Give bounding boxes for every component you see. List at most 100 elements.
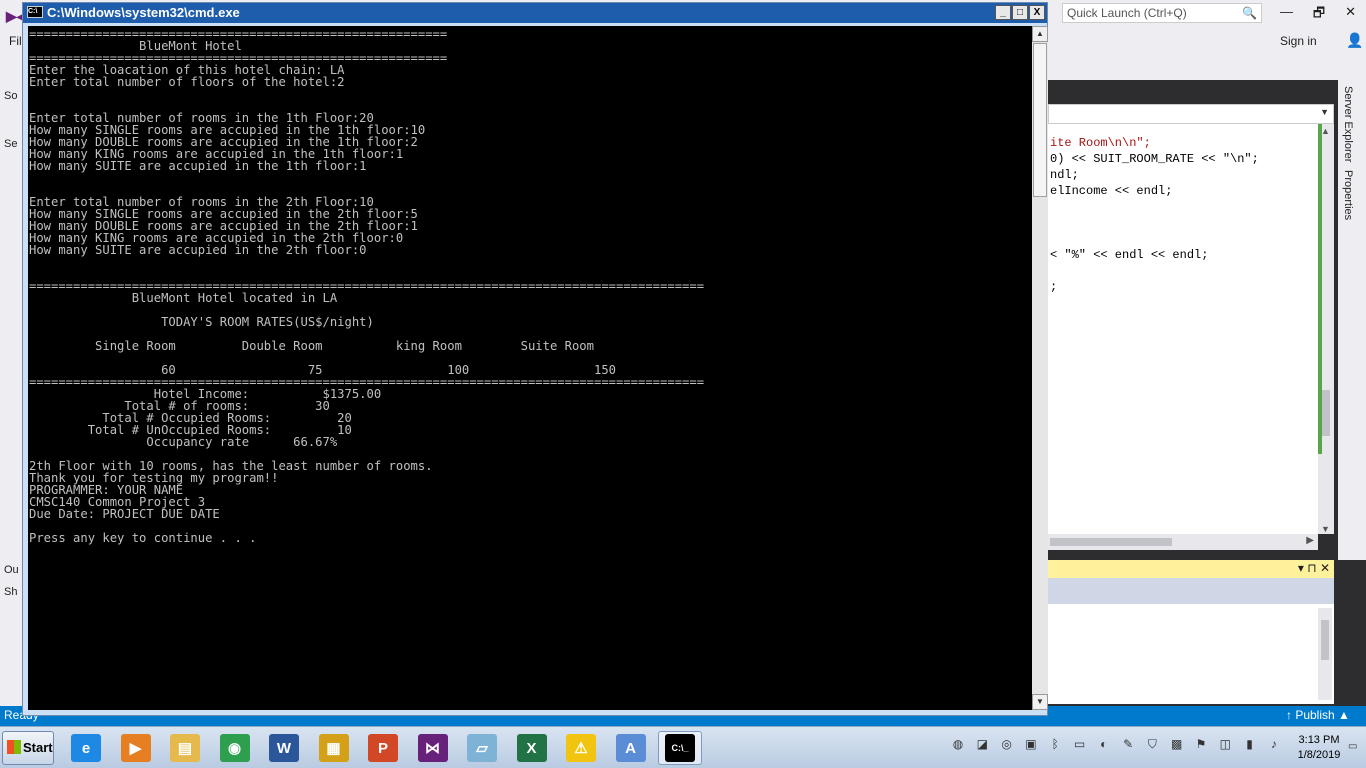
vs-restore-button[interactable]: 🗗	[1313, 4, 1325, 26]
cmd-minimize-button[interactable]: _	[995, 5, 1011, 20]
cmd-close-button[interactable]: X	[1029, 5, 1045, 20]
media-player-icon: ▶	[120, 734, 151, 762]
solution-explorer-tab[interactable]: So	[4, 90, 17, 102]
windows-taskbar: Start e ▶ ▤ ◉ W ▦ P ⋈ ▱ X ⚠ A C:\_ ◍ ◪ ◎ ▣ ᛒ ▭ ◐ ✎ ⛉ ▩ ⚑ ◫ ▮ ♪ 3:…	[0, 726, 1366, 768]
person-icon[interactable]: 👤	[1346, 32, 1363, 49]
code-line: ite Room\n\n";	[1050, 136, 1151, 150]
tray-icon[interactable]: ⛉	[1144, 737, 1160, 755]
scroll-down-icon[interactable]: ▼	[1321, 524, 1330, 534]
code-line: 0) << SUIT_ROOM_RATE << "\n";	[1050, 152, 1259, 166]
output-scrollbar[interactable]	[1318, 608, 1332, 700]
visual-studio-icon: ⋈	[417, 734, 448, 762]
quick-launch-input[interactable]: Quick Launch (Ctrl+Q) 🔍	[1062, 3, 1262, 23]
code-line: < "%" << endl << endl;	[1050, 248, 1209, 262]
tray-icon[interactable]: ◐	[1096, 737, 1112, 755]
taskbar-media-player-button[interactable]: ▶	[114, 731, 158, 765]
show-output-label: Sh	[4, 586, 18, 598]
tray-icon[interactable]: ▮	[1242, 737, 1258, 755]
taskbar-archive-button[interactable]: ▦	[312, 731, 356, 765]
scroll-thumb[interactable]	[1322, 390, 1330, 436]
code-line: ;	[1050, 280, 1058, 294]
vs-tab-strip	[1048, 80, 1340, 104]
cmd-icon[interactable]: C:\	[27, 6, 43, 18]
tray-icon[interactable]: ◍	[950, 737, 966, 755]
tray-icon[interactable]: ▭	[1072, 737, 1088, 755]
cmd-scroll-thumb[interactable]	[1033, 43, 1047, 197]
output-tab[interactable]: Ou	[4, 564, 19, 576]
output-panel-controls[interactable]: ▾ ⊓ ✕	[1298, 561, 1330, 575]
system-clock[interactable]: 3:13 PM 1/8/2019	[1292, 733, 1346, 763]
tray-icon[interactable]: ✎	[1120, 737, 1136, 755]
output-toolbar	[1048, 578, 1334, 604]
cmd-icon: C:\_	[665, 734, 695, 762]
scroll-up-icon[interactable]: ▲	[1321, 126, 1330, 136]
tray-icon[interactable]: ♪	[1266, 737, 1282, 755]
properties-tab[interactable]: Properties	[1342, 170, 1354, 220]
cmd-maximize-button[interactable]: □	[1012, 5, 1028, 20]
clock-date: 1/8/2019	[1297, 749, 1341, 761]
tray-icon[interactable]: ⚑	[1193, 737, 1209, 755]
change-indicator-bar	[1318, 124, 1322, 454]
file-explorer-icon: ▤	[170, 734, 200, 762]
system-tray: ◍ ◪ ◎ ▣ ᛒ ▭ ◐ ✎ ⛉ ▩ ⚑ ◫ ▮ ♪	[944, 737, 1284, 759]
console-text: ========================================…	[29, 27, 705, 545]
start-label: Start	[23, 740, 53, 755]
clock-time: 3:13 PM	[1298, 734, 1340, 746]
vs-close-button[interactable]: ✕	[1345, 4, 1356, 26]
powerpoint-icon: P	[368, 734, 398, 762]
archive-icon: ▦	[318, 734, 349, 762]
tray-icon[interactable]: ᛒ	[1047, 737, 1063, 755]
taskbar-chrome-button[interactable]: ◉	[213, 731, 257, 765]
taskbar-word-button[interactable]: W	[262, 731, 306, 765]
search-tab[interactable]: Se	[4, 138, 17, 150]
code-editor[interactable]: ite Room\n\n"; 0) << SUIT_ROOM_RATE << "…	[1048, 124, 1318, 534]
taskbar-excel-button[interactable]: X	[510, 731, 554, 765]
search-icon[interactable]: 🔍	[1242, 6, 1257, 20]
scroll-up-arrow-icon[interactable]: ▲	[1032, 26, 1048, 42]
tray-icon[interactable]: ▩	[1169, 737, 1185, 755]
taskbar-cmd-button[interactable]: C:\_	[658, 731, 702, 765]
chrome-icon: ◉	[219, 734, 250, 762]
cmd-window-title: C:\Windows\system32\cmd.exe	[47, 5, 240, 20]
console-output-area[interactable]: ========================================…	[28, 26, 1032, 710]
code-horizontal-scrollbar[interactable]: ▶	[1048, 534, 1318, 550]
server-explorer-tab[interactable]: Server Explorer	[1342, 86, 1354, 162]
quick-launch-placeholder: Quick Launch (Ctrl+Q)	[1067, 6, 1187, 20]
scroll-down-arrow-icon[interactable]: ▼	[1032, 694, 1048, 710]
taskbar-powerpoint-button[interactable]: P	[361, 731, 405, 765]
publish-button[interactable]: ↑ Publish ▲	[1286, 708, 1350, 722]
windows-flag-icon	[7, 740, 21, 754]
output-panel	[1048, 604, 1334, 704]
cmd-window: C:\ C:\Windows\system32\cmd.exe _ □ X ==…	[22, 2, 1048, 716]
vs-minimize-button[interactable]: —	[1280, 4, 1293, 26]
taskbar-visual-studio-button[interactable]: ⋈	[411, 731, 455, 765]
taskbar-file-explorer-button[interactable]: ▤	[163, 731, 207, 765]
notepad-icon: ▱	[467, 734, 497, 762]
chevron-down-icon: ▼	[1320, 107, 1329, 117]
member-dropdown[interactable]: ▼	[1048, 104, 1334, 124]
tray-icon[interactable]: ▣	[1023, 737, 1039, 755]
taskbar-notepad-button[interactable]: ▱	[460, 731, 504, 765]
code-line: elIncome << endl;	[1050, 184, 1173, 198]
code-line: ndl;	[1050, 168, 1079, 182]
show-desktop-icon[interactable]: ▭	[1348, 741, 1362, 753]
taskbar-warning-app-button[interactable]: ⚠	[559, 731, 603, 765]
cmd-title-bar[interactable]: C:\ C:\Windows\system32\cmd.exe _ □ X	[23, 3, 1047, 23]
tray-icon[interactable]: ◪	[974, 737, 990, 755]
start-button[interactable]: Start	[2, 731, 54, 765]
tray-icon[interactable]: ◫	[1217, 737, 1233, 755]
internet-explorer-icon: e	[71, 734, 101, 762]
warning-app-icon: ⚠	[566, 734, 596, 762]
cmd-scrollbar[interactable]: ▲ ▼	[1032, 26, 1048, 710]
document-app-icon: A	[615, 734, 646, 762]
taskbar-internet-explorer-button[interactable]: e	[64, 731, 108, 765]
sign-in-link[interactable]: Sign in	[1280, 34, 1317, 48]
hscroll-thumb[interactable]	[1050, 538, 1172, 546]
taskbar-document-app-button[interactable]: A	[609, 731, 653, 765]
scroll-right-icon[interactable]: ▶	[1306, 535, 1314, 546]
tray-icon[interactable]: ◎	[999, 737, 1015, 755]
vs-window-controls: — 🗗 ✕	[1270, 4, 1366, 26]
word-icon: W	[269, 734, 299, 762]
output-scroll-thumb[interactable]	[1321, 620, 1329, 660]
output-panel-header: ▾ ⊓ ✕	[1048, 560, 1334, 578]
